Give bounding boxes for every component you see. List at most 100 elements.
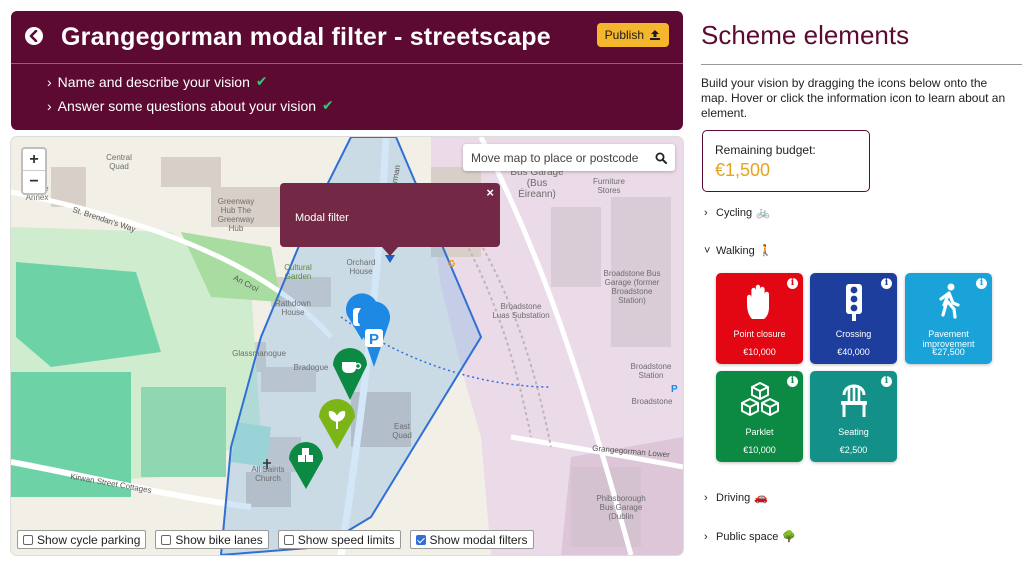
search-icon[interactable]: [655, 152, 667, 164]
info-icon[interactable]: i: [976, 278, 987, 289]
element-cost: €10,000: [743, 347, 776, 357]
zoom-in-button[interactable]: +: [23, 149, 45, 171]
info-icon[interactable]: i: [881, 376, 892, 387]
map-label: Broadstone: [631, 397, 673, 406]
checkbox[interactable]: [161, 534, 172, 545]
zoom-control: + −: [21, 147, 47, 195]
budget-label: Remaining budget:: [715, 143, 816, 157]
category-label: Cycling: [716, 206, 753, 219]
chevron-right-icon: ›: [704, 530, 708, 543]
popup-text: Modal filter: [295, 212, 349, 224]
arrow-left-icon: [29, 30, 38, 42]
checkbox-checked[interactable]: [415, 534, 426, 545]
svg-text:P: P: [369, 331, 379, 348]
layer-toggles: Show cycle parking Show bike lanes Show …: [17, 530, 534, 549]
toggle-cycle-parking[interactable]: Show cycle parking: [17, 530, 147, 549]
category-driving[interactable]: › Driving 🚗: [704, 491, 768, 505]
zoom-out-button[interactable]: −: [23, 171, 45, 193]
category-cycling[interactable]: › Cycling 🚲: [704, 206, 770, 220]
map-label: Broadstone Bus Garage (former Broadstone…: [603, 269, 661, 305]
checkbox[interactable]: [283, 534, 294, 545]
budget-box: Remaining budget: €1,500: [702, 130, 870, 192]
map-label: Greenway Hub The Greenway Hub: [217, 197, 255, 233]
popup-tip: [382, 247, 398, 256]
info-icon[interactable]: i: [881, 278, 892, 289]
traffic-light-icon: [846, 284, 862, 321]
upload-icon: [650, 30, 660, 40]
svg-text:♻: ♻: [447, 259, 456, 270]
element-name: Pavement improvement: [922, 329, 975, 349]
popup-close-button[interactable]: ×: [486, 185, 494, 200]
element-name: Parklet: [745, 427, 774, 437]
chevron-right-icon: ›: [704, 206, 708, 219]
map-label: Broadstone Luas Substation: [492, 302, 550, 320]
map-label: Broadstone Station: [630, 362, 672, 380]
element-card-parklet[interactable]: i Parklet €10,000: [716, 371, 803, 462]
publish-label: Publish: [604, 28, 644, 42]
element-card-crossing[interactable]: i Crossing €40,000: [810, 273, 897, 364]
toggle-bike-lanes[interactable]: Show bike lanes: [155, 530, 269, 549]
element-name: Point closure: [733, 329, 786, 339]
chevron-right-icon: ›: [47, 73, 52, 90]
category-label: Walking: [716, 244, 755, 257]
chevron-right-icon: ›: [704, 491, 708, 504]
chair-icon: [841, 384, 867, 417]
map-label: Furniture Stores: [592, 177, 625, 195]
category-label: Public space: [716, 530, 779, 543]
chevron-down-icon: ˅: [704, 244, 711, 257]
toggle-modal-filters[interactable]: Show modal filters: [409, 530, 534, 549]
info-icon[interactable]: i: [787, 376, 798, 387]
step-label: Answer some questions about your vision: [57, 97, 317, 114]
publish-button[interactable]: Publish: [596, 23, 669, 47]
svg-text:P: P: [671, 384, 678, 395]
map-label: Cultural Garden: [284, 263, 312, 281]
map-label: All Saints Church: [251, 465, 285, 483]
map-label: Central Quad: [106, 153, 132, 171]
toggle-label: Show cycle parking: [37, 532, 141, 547]
category-label: Driving: [716, 491, 751, 504]
element-card-seating[interactable]: i Seating €2,500: [810, 371, 897, 462]
element-cost: €40,000: [837, 347, 870, 357]
map-label: Bus Garage (Bus Éireann): [510, 167, 564, 200]
budget-value: €1,500: [715, 160, 771, 180]
category-public-space[interactable]: › Public space 🌳: [704, 530, 797, 544]
search-placeholder: Move map to place or postcode: [471, 150, 639, 165]
toggle-label: Show speed limits: [297, 532, 395, 547]
sidebar-intro: Build your vision by dragging the icons …: [701, 76, 1006, 120]
element-card-point-closure[interactable]: i Point closure €10,000: [716, 273, 803, 364]
step-label: Name and describe your vision: [57, 73, 250, 90]
info-icon[interactable]: i: [787, 278, 798, 289]
back-button[interactable]: [25, 27, 43, 45]
map-label: Bradogue: [293, 363, 329, 372]
walking-person-icon: [939, 283, 960, 319]
element-cost: €2,500: [839, 445, 868, 455]
sidebar-divider: [701, 64, 1022, 65]
check-icon: ✔: [322, 97, 334, 113]
toggle-label: Show modal filters: [429, 532, 528, 547]
map-label: Rathdown House: [274, 299, 312, 317]
bicycle-icon: 🚲: [756, 207, 770, 219]
element-name: Seating: [838, 427, 869, 437]
map-search-input[interactable]: Move map to place or postcode: [463, 144, 675, 171]
tree-icon: 🌳: [782, 531, 797, 543]
chevron-right-icon: ›: [47, 97, 52, 114]
element-card-pavement-improvement[interactable]: i Pavement improvement €27,500: [905, 273, 992, 364]
element-cost: €27,500: [932, 347, 965, 357]
hand-icon: [747, 284, 769, 319]
page-header: Grangegorman modal filter - streetscape …: [11, 11, 683, 130]
map-label: Orchard House: [346, 258, 376, 276]
car-icon: 🚗: [754, 492, 768, 504]
sidebar-title: Scheme elements: [701, 20, 910, 50]
map-canvas[interactable]: P P P ♻ Central Quad North H: [11, 137, 683, 555]
element-cost: €10,000: [743, 445, 776, 455]
checkbox[interactable]: [23, 534, 33, 545]
header-divider: [11, 63, 683, 64]
step-describe-vision[interactable]: › Name and describe your vision ✔: [47, 73, 268, 90]
toggle-speed-limits[interactable]: Show speed limits: [277, 530, 401, 549]
check-icon: ✔: [255, 73, 268, 89]
category-walking[interactable]: ˅ Walking 🚶: [704, 244, 772, 258]
map-label: Glassmanogue: [232, 349, 286, 358]
map-label: East Quad: [392, 422, 412, 440]
toggle-label: Show bike lanes: [175, 532, 263, 547]
step-answer-questions[interactable]: › Answer some questions about your visio…: [47, 97, 334, 114]
